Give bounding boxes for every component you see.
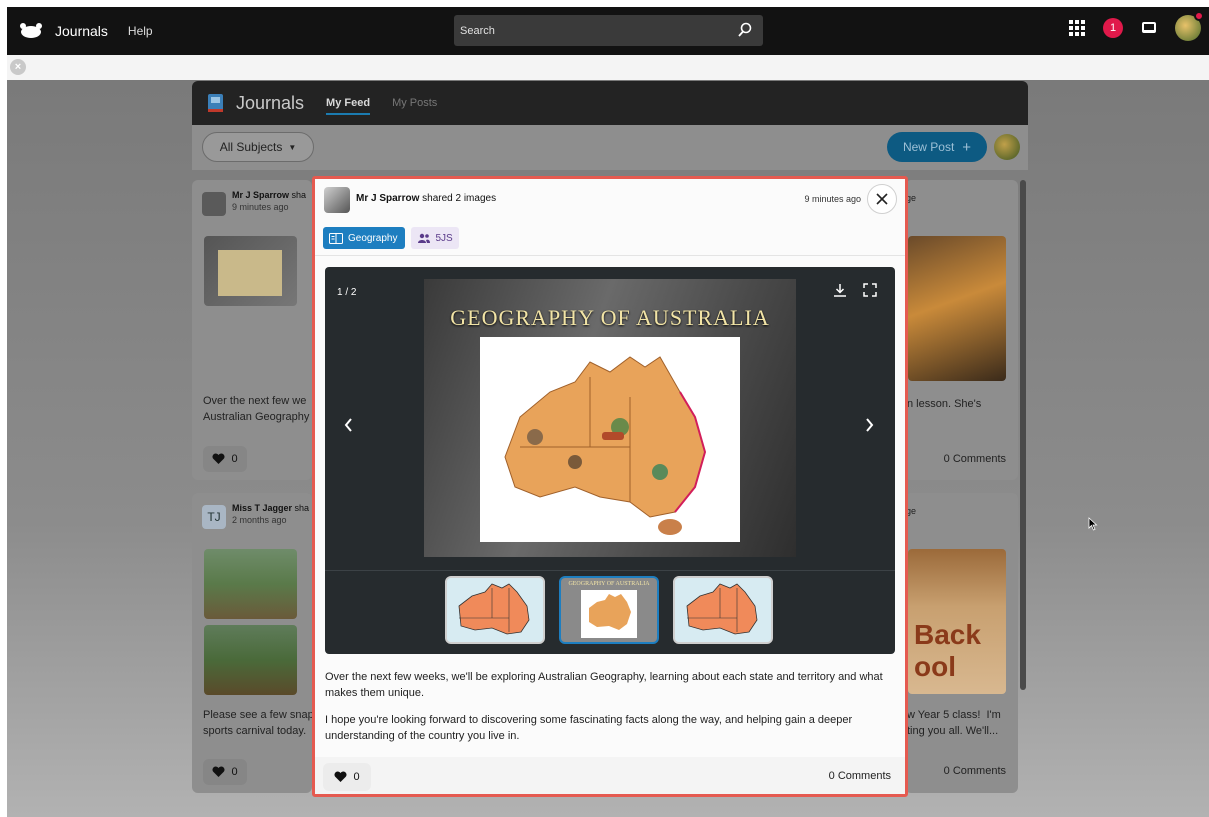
post-body-paragraph: I hope you're looking forward to discove… (325, 714, 853, 742)
download-icon[interactable] (833, 283, 847, 297)
comments-link[interactable]: 0 Comments (944, 765, 1006, 777)
author-avatar: TJ (202, 505, 226, 529)
search-icon[interactable] (737, 22, 753, 38)
dismiss-icon[interactable]: × (10, 59, 26, 75)
app-name-link[interactable]: Journals (55, 23, 108, 39)
post-time: 9 minutes ago (232, 202, 289, 212)
like-count: 0 (231, 453, 238, 465)
divider (325, 570, 895, 571)
avatar-alert-dot (1194, 11, 1204, 21)
post-time: 9 minutes ago (804, 194, 861, 204)
dismiss-strip: × (7, 55, 1209, 80)
image-thumbnail[interactable] (673, 576, 773, 644)
post-card[interactable]: TJ Miss T Jagger sha 2 months ago Please… (192, 493, 314, 793)
current-user-avatar[interactable] (994, 134, 1020, 160)
feed-scrollbar[interactable] (1020, 180, 1026, 690)
journal-book-icon (208, 94, 223, 112)
chevron-down-icon: ▼ (288, 142, 297, 152)
modal-footer: 0 0 Comments (315, 757, 905, 794)
journals-title: Journals (236, 92, 305, 113)
post-thumbnail[interactable] (908, 236, 1006, 381)
author-avatar (202, 192, 226, 216)
heart-icon (212, 453, 225, 464)
image-viewer: 1 / 2 GEOGRAPHY OF AUSTRALIA GEOGRAPHY O… (325, 267, 895, 654)
subject-tag-label: Geography (348, 232, 398, 244)
tab-my-feed[interactable]: My Feed (326, 97, 371, 115)
messages-icon[interactable] (1141, 20, 1157, 36)
post-action: shared 2 images (422, 193, 497, 204)
heart-icon (212, 766, 225, 777)
post-card[interactable]: age n lesson. She's 0 Comments (901, 180, 1018, 480)
post-excerpt: w Year 5 class! I'm ting you all. We'll.… (907, 709, 1001, 737)
thumbnail-caption: GEOGRAPHY OF AUSTRALIA (568, 581, 650, 587)
group-icon (418, 233, 431, 243)
new-post-label: New Post (902, 140, 955, 154)
top-navigation-bar: Journals Help 1 (7, 7, 1209, 55)
post-thumbnail[interactable] (204, 549, 297, 619)
heart-icon (334, 771, 347, 782)
journals-header: Journals My Feed My Posts (192, 81, 1028, 125)
next-image-button[interactable] (859, 415, 879, 435)
search-input[interactable] (454, 23, 724, 38)
image-thumbnail[interactable]: GEOGRAPHY OF AUSTRALIA (559, 576, 659, 644)
subject-tag[interactable]: Geography (323, 227, 406, 249)
class-tag[interactable]: 5JS (411, 227, 459, 249)
post-author[interactable]: Mr J Sparrow (356, 193, 419, 204)
post-author-line: Mr J Sparrow shared 2 images (356, 193, 496, 204)
close-icon (876, 193, 888, 205)
slide-title: GEOGRAPHY OF AUSTRALIA (450, 305, 770, 330)
user-avatar[interactable] (1175, 11, 1204, 41)
post-image-text: Back ool (914, 619, 981, 682)
new-post-button[interactable]: New Post + (887, 132, 987, 162)
comments-link[interactable]: 0 Comments (829, 770, 891, 782)
journals-toolbar: All Subjects ▼ New Post + (192, 125, 1028, 170)
chevron-left-icon (344, 418, 352, 432)
like-button[interactable]: 0 (203, 759, 247, 785)
subject-filter-label: All Subjects (219, 140, 283, 154)
post-excerpt: Please see a few snap sports carnival to… (203, 709, 314, 737)
like-count: 0 (231, 766, 238, 778)
class-tag-label: 5JS (435, 232, 453, 244)
post-excerpt: n lesson. She's (907, 398, 982, 410)
post-excerpt: Over the next few we Australian Geograph… (203, 395, 310, 423)
slide-image[interactable]: GEOGRAPHY OF AUSTRALIA (424, 279, 796, 557)
like-button[interactable]: 0 (203, 446, 247, 472)
previous-image-button[interactable] (339, 415, 359, 435)
author-avatar (324, 187, 350, 213)
post-body-paragraph: Over the next few weeks, we'll be explor… (325, 671, 883, 699)
post-card[interactable]: age Back ool w Year 5 class! I'm ting yo… (901, 493, 1018, 793)
australia-map-image (480, 337, 740, 542)
post-card[interactable]: Mr J Sparrow sha 9 minutes ago Over the … (192, 180, 312, 480)
image-thumbnail[interactable] (445, 576, 545, 644)
post-thumbnail[interactable]: Back ool (908, 549, 1006, 694)
mouse-cursor-icon (1088, 517, 1098, 531)
image-counter: 1 / 2 (337, 287, 357, 298)
plus-icon: + (962, 138, 972, 156)
modal-header: Mr J Sparrow shared 2 images 9 minutes a… (315, 179, 905, 223)
search-box[interactable] (454, 15, 763, 46)
post-tags: Geography 5JS (323, 227, 459, 249)
divider (315, 255, 905, 256)
post-detail-modal: Mr J Sparrow shared 2 images 9 minutes a… (312, 176, 908, 797)
like-count: 0 (353, 771, 360, 783)
post-author: Mr J Sparrow sha (232, 190, 307, 200)
notification-badge[interactable]: 1 (1103, 18, 1123, 38)
post-time: 2 months ago (232, 515, 287, 525)
tab-my-posts[interactable]: My Posts (392, 97, 437, 115)
subject-filter-dropdown[interactable]: All Subjects ▼ (202, 132, 314, 162)
post-thumbnail[interactable] (204, 236, 297, 306)
post-author: Miss T Jagger sha (232, 503, 310, 513)
book-icon (329, 232, 343, 244)
fullscreen-icon[interactable] (863, 283, 877, 297)
comments-link[interactable]: 0 Comments (944, 453, 1006, 465)
post-thumbnail[interactable] (204, 625, 297, 695)
apps-grid-icon[interactable] (1069, 20, 1085, 36)
close-button[interactable] (867, 184, 897, 214)
app-logo-icon[interactable] (17, 21, 45, 41)
help-link[interactable]: Help (128, 24, 153, 38)
like-button[interactable]: 0 (323, 763, 371, 791)
chevron-right-icon (866, 418, 874, 432)
